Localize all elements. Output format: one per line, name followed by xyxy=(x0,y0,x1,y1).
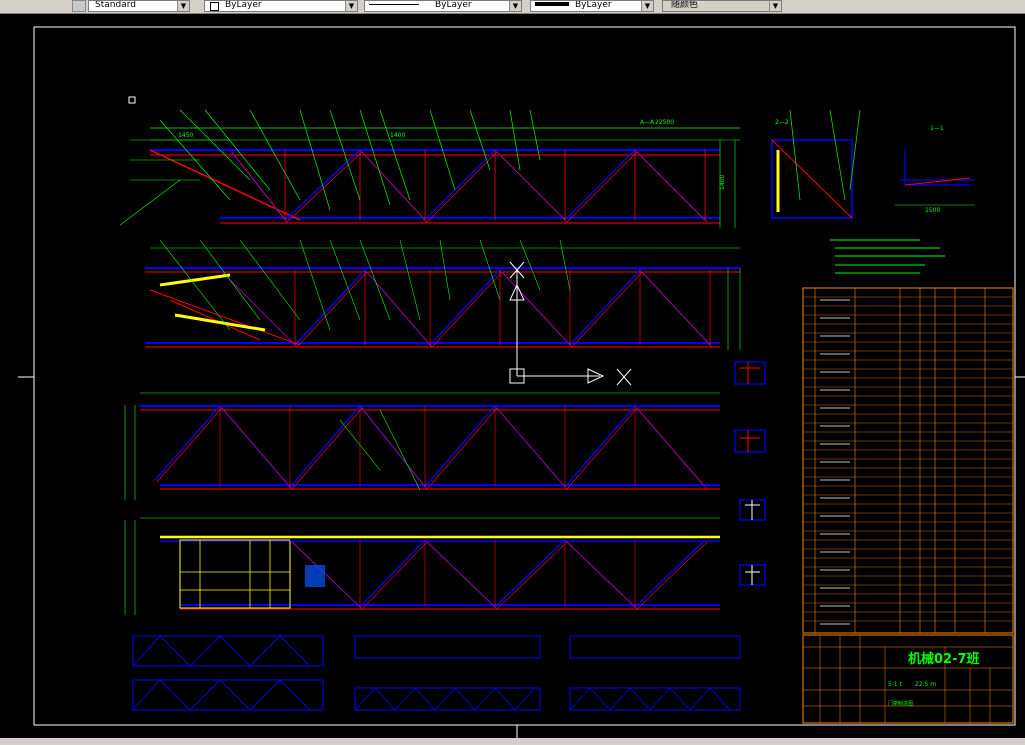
color-square-icon xyxy=(210,2,219,11)
section-2-2: 2—2 xyxy=(771,109,861,219)
section-label-11: 1—1 xyxy=(930,125,944,132)
bottom-trusses xyxy=(132,635,741,711)
linetype-select[interactable]: ByLayer ▼ xyxy=(364,0,522,12)
ucs-icon xyxy=(509,261,632,386)
layer-select[interactable]: ByLayer ▼ xyxy=(204,0,358,12)
title-block-scale: 22.5 m xyxy=(915,681,936,688)
linetype-swatch-icon xyxy=(369,4,419,5)
grip-square xyxy=(128,96,136,104)
panel-length-label: 1400 xyxy=(390,132,405,139)
section-1-1: 1—1 1500 xyxy=(895,125,975,214)
lineweight-select[interactable]: ByLayer ▼ xyxy=(530,0,654,12)
title-block-qty: 5 1 t xyxy=(888,681,902,688)
technical-notes xyxy=(830,239,945,274)
lineweight-swatch-icon xyxy=(535,2,569,6)
bottom-scrollbar[interactable] xyxy=(0,738,1025,745)
cad-drawing: A—A 22500 1450 1400 1400 2—2 1—1 1500 机械… xyxy=(18,26,1025,738)
truss-plan-view xyxy=(145,239,741,350)
properties-toolbar: Standard ▼ ByLayer ▼ ByLayer ▼ ByLayer ▼… xyxy=(0,0,1025,14)
truss-elevation-3 xyxy=(124,392,720,500)
section-label-aa: A—A xyxy=(640,119,655,126)
truss-elevation-1: A—A 22500 1450 1400 1400 xyxy=(119,109,740,228)
detail-sections xyxy=(734,361,766,586)
title-block-name: 机械02-7班 xyxy=(908,651,980,667)
chevron-down-icon[interactable]: ▼ xyxy=(177,1,189,11)
chevron-down-icon[interactable]: ▼ xyxy=(509,1,521,11)
text-style-value: Standard xyxy=(95,0,136,10)
text-style-icon[interactable] xyxy=(72,0,86,12)
width-label: 1500 xyxy=(925,207,940,214)
overall-length-label: 22500 xyxy=(655,119,674,126)
chevron-down-icon[interactable]: ▼ xyxy=(345,1,357,11)
chevron-down-icon[interactable]: ▼ xyxy=(641,1,653,11)
plot-style-select[interactable]: 随颜色 ▼ xyxy=(662,0,782,12)
plot-style-value: 随颜色 xyxy=(671,0,699,10)
truss-elevation-4 xyxy=(124,517,720,615)
text-style-select[interactable]: Standard ▼ xyxy=(88,0,190,12)
lineweight-value: ByLayer xyxy=(575,0,612,10)
title-block: 机械02-7班 5 1 t 22.5 m 门架制造图 xyxy=(802,634,1014,724)
parts-list-table xyxy=(802,287,1014,634)
section-label-22: 2—2 xyxy=(775,119,789,126)
end-length-label: 1450 xyxy=(178,132,193,139)
drawing-canvas[interactable]: A—A 22500 1450 1400 1400 2—2 1—1 1500 机械… xyxy=(0,14,1025,738)
linetype-value: ByLayer xyxy=(435,0,472,10)
title-block-footer: 门架制造图 xyxy=(888,700,913,707)
height-label: 1400 xyxy=(719,175,726,190)
layer-value: ByLayer xyxy=(225,0,262,10)
chevron-down-icon[interactable]: ▼ xyxy=(769,1,781,11)
